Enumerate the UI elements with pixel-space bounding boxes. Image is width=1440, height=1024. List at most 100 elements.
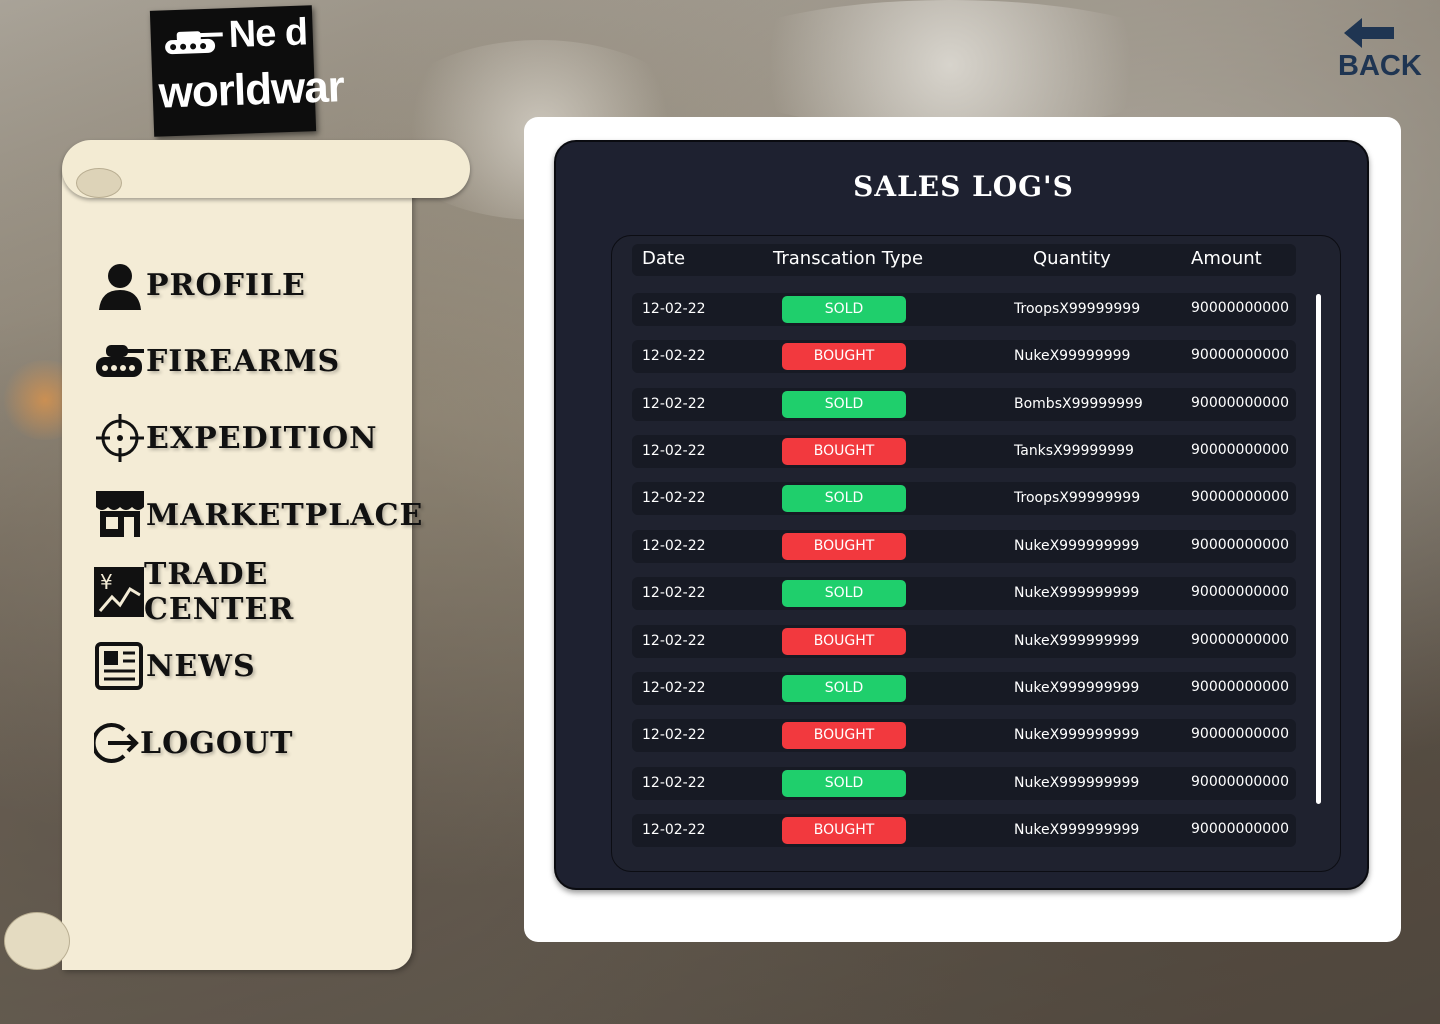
cell-date: 12-02-22 (642, 633, 706, 649)
logo-text-line1: Ne d (228, 11, 308, 57)
nav-item-marketplace[interactable]: MARKETPLACE (94, 488, 423, 542)
yen-chart-icon: ¥ (94, 566, 144, 618)
tank-icon (94, 335, 146, 387)
sold-badge: SOLD (782, 485, 906, 512)
table-row[interactable]: 12-02-22 SOLD NukeX999999999 90000000000 (632, 767, 1296, 800)
cell-date: 12-02-22 (642, 538, 706, 554)
cell-quantity: BombsX99999999 (1014, 396, 1143, 412)
table-row[interactable]: 12-02-22 BOUGHT NukeX999999999 90000000000 (632, 625, 1296, 658)
table-scrollbar[interactable] (1316, 294, 1321, 804)
cell-date: 12-02-22 (642, 301, 706, 317)
cell-quantity: NukeX999999999 (1014, 538, 1140, 554)
table-row[interactable]: 12-02-22 SOLD NukeX999999999 90000000000 (632, 672, 1296, 705)
cell-amount: 90000000000 (1191, 537, 1289, 553)
table-row[interactable]: 12-02-22 SOLD BombsX99999999 90000000000 (632, 388, 1296, 421)
nav-item-logout[interactable]: LOGOUT (94, 716, 293, 770)
sold-badge: SOLD (782, 391, 906, 418)
logo-tank-icon (160, 22, 226, 70)
sold-badge: SOLD (782, 675, 906, 702)
bought-badge: BOUGHT (782, 533, 906, 560)
cell-quantity: TanksX99999999 (1014, 443, 1134, 459)
table-row[interactable]: 12-02-22 BOUGHT NukeX999999999 90000000000 (632, 530, 1296, 563)
cell-quantity: NukeX999999999 (1014, 680, 1140, 696)
column-header-type[interactable]: Transcation Type (773, 248, 923, 269)
cell-quantity: NukeX999999999 (1014, 775, 1140, 791)
person-icon (94, 259, 146, 311)
cell-amount: 90000000000 (1191, 347, 1289, 363)
back-arrow-icon (1344, 16, 1404, 54)
cell-date: 12-02-22 (642, 348, 706, 364)
bought-badge: BOUGHT (782, 722, 906, 749)
nav-item-expedition[interactable]: EXPEDITION (94, 411, 378, 465)
cell-amount: 90000000000 (1191, 395, 1289, 411)
column-header-quantity[interactable]: Quantity (1033, 248, 1111, 269)
cell-amount: 90000000000 (1191, 821, 1289, 837)
page-title: SALES LOG'S (853, 170, 1074, 203)
cell-amount: 90000000000 (1191, 584, 1289, 600)
nav-item-firearms[interactable]: FIREARMS (94, 334, 340, 388)
nav-label: FIREARMS (146, 343, 341, 379)
table-row[interactable]: 12-02-22 SOLD NukeX999999999 90000000000 (632, 577, 1296, 610)
cell-date: 12-02-22 (642, 822, 706, 838)
newspaper-icon (94, 640, 146, 692)
cell-amount: 90000000000 (1191, 442, 1289, 458)
cell-date: 12-02-22 (642, 443, 706, 459)
cell-amount: 90000000000 (1191, 632, 1289, 648)
scroll-curl (76, 168, 122, 198)
sidebar-scroll-roll (62, 140, 470, 198)
table-row[interactable]: 12-02-22 SOLD TroopsX99999999 90000000000 (632, 293, 1296, 326)
cell-quantity: NukeX999999999 (1014, 633, 1140, 649)
cell-amount: 90000000000 (1191, 726, 1289, 742)
cell-quantity: TroopsX99999999 (1014, 490, 1141, 506)
nerd-worldwar-logo[interactable]: Ne d worldwar (149, 5, 345, 137)
back-button[interactable]: BACK (1336, 16, 1422, 88)
bought-badge: BOUGHT (782, 628, 906, 655)
logo-text-line2: worldwar (157, 62, 345, 118)
table-row[interactable]: 12-02-22 BOUGHT TanksX99999999 90000000000 (632, 435, 1296, 468)
bought-badge: BOUGHT (782, 817, 906, 844)
nav-item-trade-center[interactable]: ¥ TRADE CENTER (94, 557, 296, 627)
svg-text:¥: ¥ (100, 570, 113, 594)
nav-label: LOGOUT (140, 725, 294, 761)
cell-quantity: NukeX999999999 (1014, 727, 1140, 743)
cell-quantity: TroopsX99999999 (1014, 301, 1141, 317)
bought-badge: BOUGHT (782, 438, 906, 465)
nav-item-news[interactable]: NEWS (94, 639, 256, 693)
sold-badge: SOLD (782, 296, 906, 323)
cell-amount: 90000000000 (1191, 489, 1289, 505)
nav-item-profile[interactable]: PROFILE (94, 258, 306, 312)
column-header-amount[interactable]: Amount (1191, 248, 1262, 269)
cell-date: 12-02-22 (642, 680, 706, 696)
cell-date: 12-02-22 (642, 585, 706, 601)
cell-date: 12-02-22 (642, 490, 706, 506)
background-smoke (700, 0, 1200, 130)
bought-badge: BOUGHT (782, 343, 906, 370)
sales-table: Date Transcation Type Quantity Amount 12… (611, 235, 1341, 872)
scroll-curl (4, 912, 70, 970)
cell-quantity: NukeX999999999 (1014, 822, 1140, 838)
cell-date: 12-02-22 (642, 775, 706, 791)
cell-amount: 90000000000 (1191, 679, 1289, 695)
table-header: Date Transcation Type Quantity Amount (632, 244, 1296, 276)
cell-quantity: NukeX99999999 (1014, 348, 1131, 364)
nav-label: MARKETPLACE (146, 497, 424, 533)
table-row[interactable]: 12-02-22 BOUGHT NukeX99999999 90000000000 (632, 340, 1296, 373)
cell-amount: 90000000000 (1191, 774, 1289, 790)
nav-label: EXPEDITION (146, 420, 378, 456)
cell-quantity: NukeX999999999 (1014, 585, 1140, 601)
cell-date: 12-02-22 (642, 727, 706, 743)
table-row[interactable]: 12-02-22 BOUGHT NukeX999999999 90000000000 (632, 814, 1296, 847)
shop-icon (94, 489, 146, 541)
logout-icon (94, 717, 140, 769)
nav-label: TRADE CENTER (144, 557, 295, 627)
sold-badge: SOLD (782, 770, 906, 797)
table-row[interactable]: 12-02-22 BOUGHT NukeX999999999 90000000000 (632, 719, 1296, 752)
nav-label: NEWS (146, 648, 256, 684)
column-header-date[interactable]: Date (642, 248, 685, 269)
table-row[interactable]: 12-02-22 SOLD TroopsX99999999 90000000000 (632, 482, 1296, 515)
cell-date: 12-02-22 (642, 396, 706, 412)
sales-log-panel: SALES LOG'S Date Transcation Type Quanti… (554, 140, 1369, 890)
back-label: BACK (1338, 50, 1422, 82)
crosshair-icon (94, 412, 146, 464)
sold-badge: SOLD (782, 580, 906, 607)
